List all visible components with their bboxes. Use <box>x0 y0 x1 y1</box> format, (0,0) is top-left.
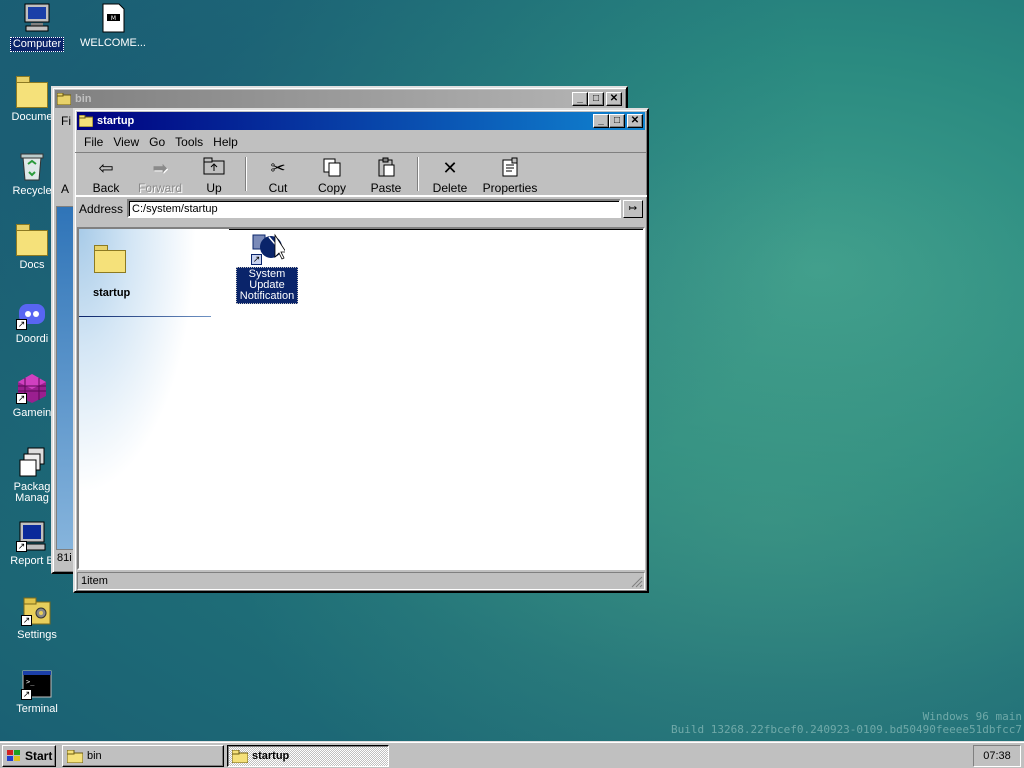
bin-menu-fragment[interactable]: Fi <box>61 114 71 128</box>
package-manager-icon <box>16 446 48 478</box>
delete-x-icon: ✕ <box>442 158 458 178</box>
back-button[interactable]: ⇦ Back <box>79 155 133 195</box>
back-arrow-icon: ⇦ <box>98 158 114 178</box>
build-watermark: Windows 96 main Build 13268.22fbcef0.240… <box>671 710 1022 736</box>
taskbar-item-startup[interactable]: startup <box>227 745 389 767</box>
forward-button[interactable]: ➡ Forward <box>133 155 187 195</box>
close-button[interactable]: ✕ <box>606 92 622 106</box>
folder-icon <box>94 245 126 273</box>
windows-logo-icon <box>7 750 20 761</box>
copy-icon <box>320 157 344 179</box>
taskbar-item-bin[interactable]: bin <box>62 745 224 767</box>
resize-grip-icon[interactable] <box>631 576 643 588</box>
close-button[interactable]: ✕ <box>627 114 643 128</box>
delete-button[interactable]: ✕ Delete <box>423 155 477 195</box>
copy-button[interactable]: Copy <box>305 155 359 195</box>
bin-titlebar[interactable]: bin _ □ ✕ <box>55 90 624 108</box>
recycle-bin-icon <box>16 150 48 182</box>
bin-status-fragment: 81i <box>57 552 72 564</box>
menu-help[interactable]: Help <box>208 135 243 149</box>
properties-button[interactable]: Properties <box>477 155 543 195</box>
sidebar-folder-title: startup <box>93 287 131 299</box>
startup-titlebar[interactable]: startup _ □ ✕ <box>77 112 645 130</box>
markdown-file-icon: M <box>97 2 129 34</box>
folder-icon <box>79 115 93 127</box>
maximize-button[interactable]: □ <box>609 114 625 128</box>
address-label: Address <box>79 201 124 216</box>
minimize-button[interactable]: _ <box>572 92 588 106</box>
up-button[interactable]: Up <box>187 155 241 195</box>
shortcut-arrow-icon: ↗ <box>251 254 262 265</box>
file-item-label: System Update Notification <box>235 267 299 304</box>
bin-address-fragment: A <box>61 182 70 196</box>
folder-view[interactable]: startup ↗ System Update Notification <box>77 227 645 570</box>
folder-icon <box>57 93 71 105</box>
svg-text:>_: >_ <box>26 678 35 686</box>
folder-icon <box>232 749 248 763</box>
address-go-button[interactable]: ↦ <box>623 199 643 218</box>
shortcut-arrow-icon: ↗ <box>21 689 32 700</box>
menu-bar: File View Go Tools Help <box>75 132 647 152</box>
minimize-button[interactable]: _ <box>593 114 609 128</box>
settings-icon: ↗ <box>21 594 53 626</box>
paste-button[interactable]: Paste <box>359 155 413 195</box>
up-folder-icon <box>202 157 226 179</box>
status-bar: 1item <box>77 572 645 590</box>
address-bar: Address C:/system/startup ↦ <box>75 196 647 220</box>
menu-file[interactable]: File <box>79 135 108 149</box>
sidebar-divider <box>79 316 211 317</box>
taskbar: Start bin startup 07:38 <box>0 741 1024 768</box>
file-item[interactable]: ↗ System Update Notification <box>231 233 303 304</box>
bin-window-title: bin <box>75 93 92 105</box>
startup-window-title: startup <box>97 115 135 127</box>
toolbar-separator <box>245 157 247 191</box>
game-icon: ↗ <box>16 372 48 404</box>
svg-text:M: M <box>111 15 116 22</box>
properties-icon <box>498 157 522 179</box>
report-icon: ↗ <box>16 520 48 552</box>
folder-icon <box>16 76 48 108</box>
shortcut-arrow-icon: ↗ <box>16 393 27 404</box>
start-button[interactable]: Start <box>2 745 56 767</box>
desktop-icon-settings[interactable]: ↗ Settings <box>0 594 74 642</box>
computer-icon <box>21 2 53 34</box>
folder-icon <box>67 749 83 763</box>
discord-icon: ↗ <box>16 298 48 330</box>
status-text: 1item <box>81 575 108 587</box>
toolbar: ⇦ Back ➡ Forward Up ✂ Cut Copy Paste ✕ D… <box>75 152 647 196</box>
terminal-icon: >_ ↗ <box>21 668 53 700</box>
desktop-icon-terminal[interactable]: >_ ↗ Terminal <box>0 668 74 716</box>
cut-button[interactable]: ✂ Cut <box>251 155 305 195</box>
shortcut-app-icon: ↗ <box>251 233 287 265</box>
shortcut-arrow-icon: ↗ <box>21 615 32 626</box>
maximize-button[interactable]: □ <box>588 92 604 106</box>
shortcut-arrow-icon: ↗ <box>16 541 27 552</box>
address-input[interactable]: C:/system/startup <box>127 199 621 218</box>
toolbar-separator <box>417 157 419 191</box>
clipboard-icon <box>374 157 398 179</box>
bin-content <box>56 206 74 550</box>
desktop-icon-computer[interactable]: Computer <box>0 2 74 52</box>
web-view-pane: startup <box>79 229 229 568</box>
menu-tools[interactable]: Tools <box>170 135 208 149</box>
shortcut-arrow-icon: ↗ <box>16 319 27 330</box>
folder-icon <box>16 224 48 256</box>
menu-view[interactable]: View <box>108 135 144 149</box>
scissors-icon: ✂ <box>270 158 286 178</box>
taskbar-clock[interactable]: 07:38 <box>973 745 1021 767</box>
desktop-icon-welcome[interactable]: M WELCOME... <box>76 2 150 50</box>
forward-arrow-icon: ➡ <box>152 158 168 178</box>
startup-window[interactable]: startup _ □ ✕ File View Go Tools Help ⇦ … <box>73 108 649 593</box>
menu-go[interactable]: Go <box>144 135 170 149</box>
